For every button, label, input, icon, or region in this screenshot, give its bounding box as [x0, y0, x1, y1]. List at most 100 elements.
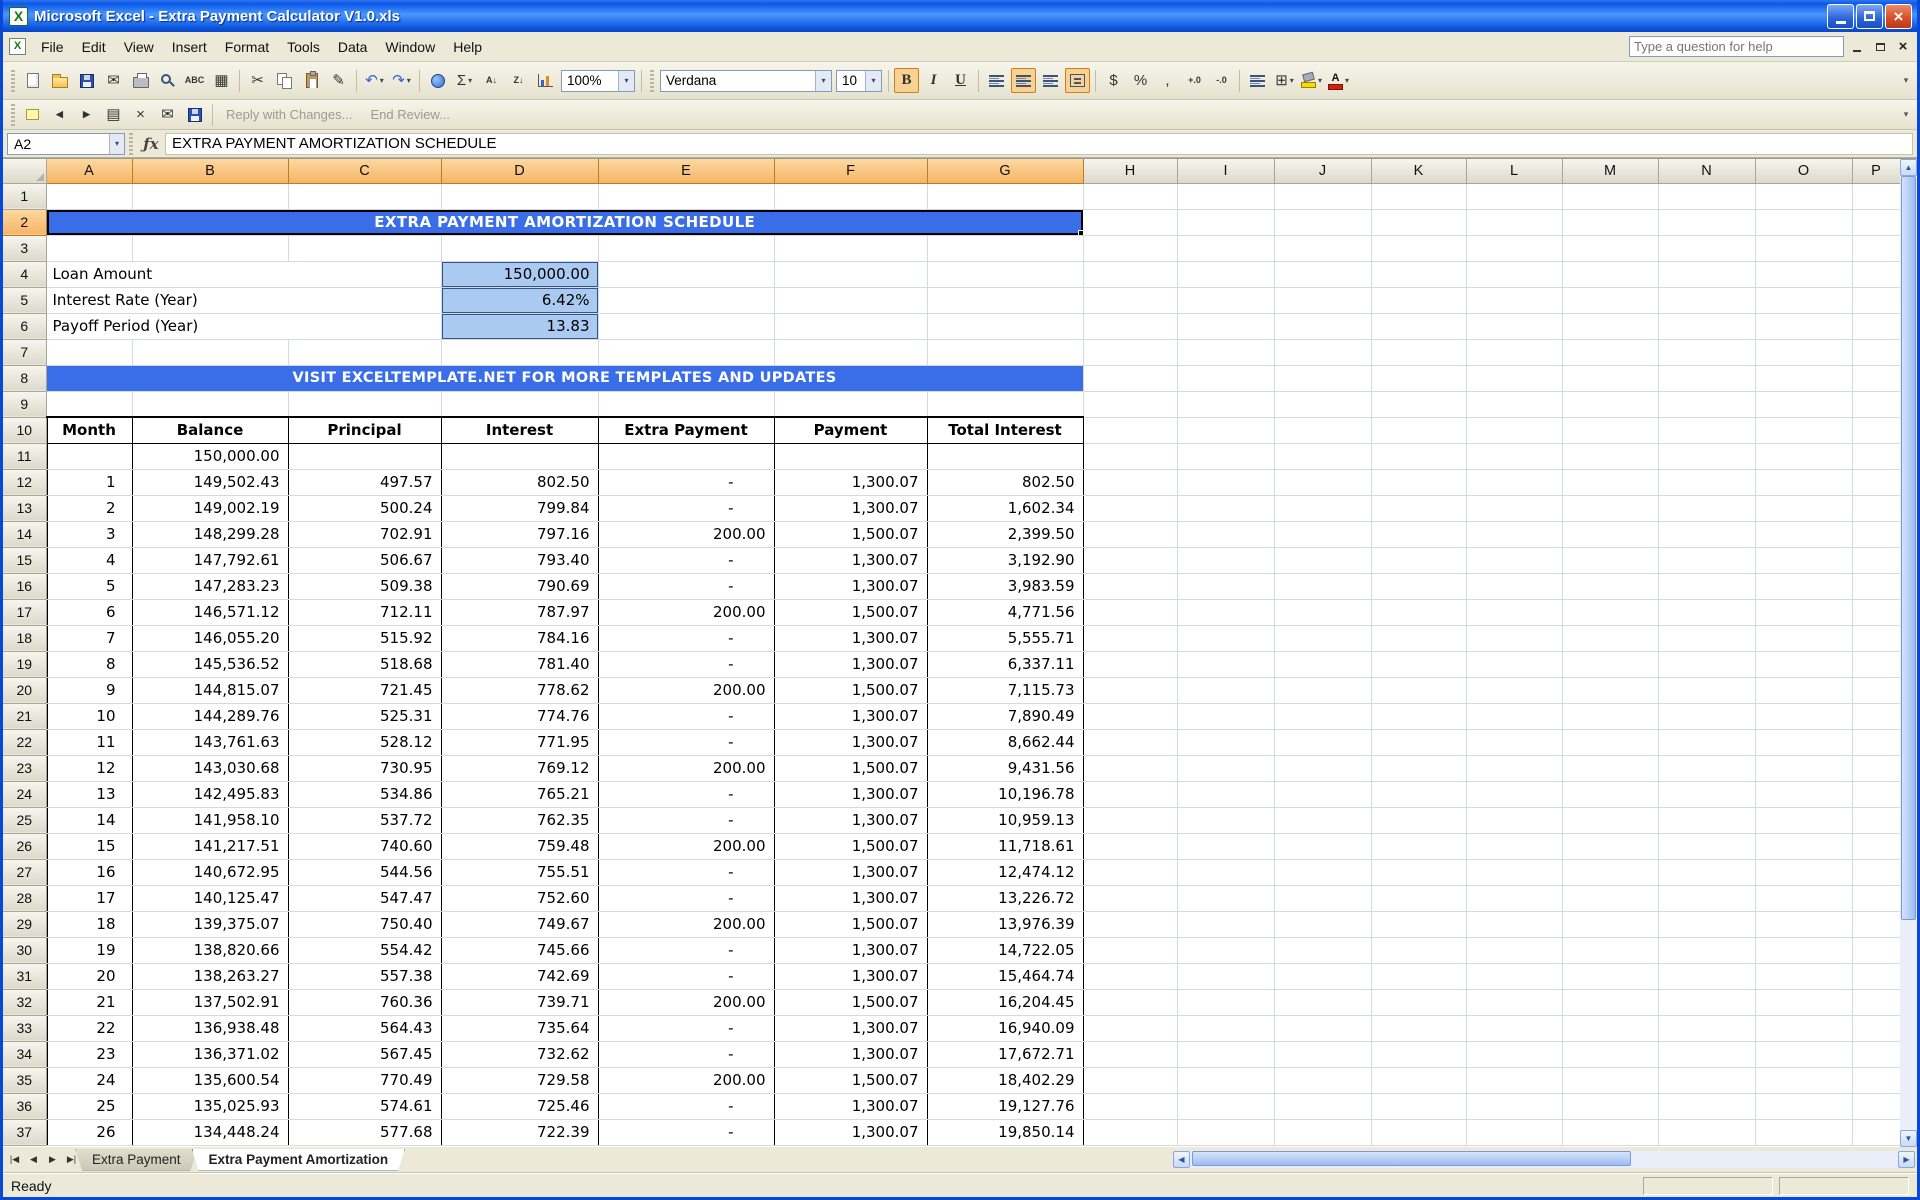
cell-H15[interactable] — [1083, 547, 1177, 573]
sheet-tab-extra-payment[interactable]: Extra Payment — [75, 1149, 198, 1171]
cell-N36[interactable] — [1658, 1093, 1755, 1119]
cell-E14[interactable]: 200.00 — [598, 521, 774, 547]
title-banner-cell[interactable]: EXTRA PAYMENT AMORTIZATION SCHEDULE — [46, 209, 1083, 235]
cell-G7[interactable] — [927, 339, 1083, 365]
cell-M11[interactable] — [1562, 443, 1658, 469]
cell-K1[interactable] — [1371, 183, 1466, 209]
cell-I20[interactable] — [1177, 677, 1274, 703]
cell-P35[interactable] — [1852, 1067, 1900, 1093]
cell-E24[interactable]: - — [598, 781, 774, 807]
cell-C30[interactable]: 554.42 — [288, 937, 441, 963]
cell-P1[interactable] — [1852, 183, 1900, 209]
cell-K26[interactable] — [1371, 833, 1466, 859]
cell-C17[interactable]: 712.11 — [288, 599, 441, 625]
cell-B16[interactable]: 147,283.23 — [132, 573, 288, 599]
cell-J29[interactable] — [1274, 911, 1371, 937]
cell-A30[interactable]: 19 — [46, 937, 132, 963]
cell-H22[interactable] — [1083, 729, 1177, 755]
cell-F23[interactable]: 1,500.07 — [774, 755, 927, 781]
cell-O6[interactable] — [1755, 313, 1852, 339]
row-header-37[interactable]: 37 — [3, 1119, 46, 1145]
select-all-button[interactable] — [3, 159, 46, 183]
cell-H11[interactable] — [1083, 443, 1177, 469]
cell-O9[interactable] — [1755, 391, 1852, 417]
cell-O14[interactable] — [1755, 521, 1852, 547]
column-header-H[interactable]: H — [1083, 159, 1177, 183]
fill-color-button[interactable]: ▾ — [1299, 68, 1324, 93]
cell-J37[interactable] — [1274, 1119, 1371, 1145]
cell-B27[interactable]: 140,672.95 — [132, 859, 288, 885]
cell-A7[interactable] — [46, 339, 132, 365]
cell-K10[interactable] — [1371, 417, 1466, 443]
cell-M36[interactable] — [1562, 1093, 1658, 1119]
cell-K14[interactable] — [1371, 521, 1466, 547]
cell-N25[interactable] — [1658, 807, 1755, 833]
cell-C23[interactable]: 730.95 — [288, 755, 441, 781]
cell-I4[interactable] — [1177, 261, 1274, 287]
cell-O37[interactable] — [1755, 1119, 1852, 1145]
cell-H30[interactable] — [1083, 937, 1177, 963]
cell-E16[interactable]: - — [598, 573, 774, 599]
cell-M29[interactable] — [1562, 911, 1658, 937]
cell-H21[interactable] — [1083, 703, 1177, 729]
cell-G24[interactable]: 10,196.78 — [927, 781, 1083, 807]
cell-O33[interactable] — [1755, 1015, 1852, 1041]
cell-E19[interactable]: - — [598, 651, 774, 677]
autosum-dropdown-icon[interactable]: ▾ — [468, 76, 472, 85]
cell-N15[interactable] — [1658, 547, 1755, 573]
cell-J8[interactable] — [1274, 365, 1371, 391]
cell-P33[interactable] — [1852, 1015, 1900, 1041]
cell-C37[interactable]: 577.68 — [288, 1119, 441, 1145]
font-dropdown-icon[interactable]: ▾ — [815, 71, 831, 91]
cell-H19[interactable] — [1083, 651, 1177, 677]
cell-H36[interactable] — [1083, 1093, 1177, 1119]
cell-P30[interactable] — [1852, 937, 1900, 963]
cell-H18[interactable] — [1083, 625, 1177, 651]
cell-A27[interactable]: 16 — [46, 859, 132, 885]
cell-F6[interactable] — [774, 313, 927, 339]
cell-N21[interactable] — [1658, 703, 1755, 729]
cell-L5[interactable] — [1466, 287, 1562, 313]
cell-B35[interactable]: 135,600.54 — [132, 1067, 288, 1093]
column-header-F[interactable]: F — [774, 159, 927, 183]
decrease-decimal-button[interactable]: -.0 — [1209, 68, 1234, 93]
cell-P31[interactable] — [1852, 963, 1900, 989]
cell-N6[interactable] — [1658, 313, 1755, 339]
row-header-22[interactable]: 22 — [3, 729, 46, 755]
cell-E37[interactable]: - — [598, 1119, 774, 1145]
cell-L14[interactable] — [1466, 521, 1562, 547]
row-header-2[interactable]: 2 — [3, 209, 46, 235]
cell-F17[interactable]: 1,500.07 — [774, 599, 927, 625]
cell-G33[interactable]: 16,940.09 — [927, 1015, 1083, 1041]
cell-D37[interactable]: 722.39 — [441, 1119, 598, 1145]
cell-P27[interactable] — [1852, 859, 1900, 885]
cell-C9[interactable] — [288, 391, 441, 417]
cell-A25[interactable]: 14 — [46, 807, 132, 833]
cell-N27[interactable] — [1658, 859, 1755, 885]
toolbar-grip[interactable] — [11, 70, 15, 92]
cell-O12[interactable] — [1755, 469, 1852, 495]
cell-O16[interactable] — [1755, 573, 1852, 599]
zoom-dropdown-icon[interactable]: ▾ — [618, 71, 634, 91]
cell-O18[interactable] — [1755, 625, 1852, 651]
cell-P34[interactable] — [1852, 1041, 1900, 1067]
column-header-O[interactable]: O — [1755, 159, 1852, 183]
cell-E15[interactable]: - — [598, 547, 774, 573]
cell-D20[interactable]: 778.62 — [441, 677, 598, 703]
cell-L18[interactable] — [1466, 625, 1562, 651]
table-header-cell[interactable]: Month — [46, 417, 132, 443]
cell-H20[interactable] — [1083, 677, 1177, 703]
cell-I3[interactable] — [1177, 235, 1274, 261]
cell-E28[interactable]: - — [598, 885, 774, 911]
cell-D31[interactable]: 742.69 — [441, 963, 598, 989]
cell-H13[interactable] — [1083, 495, 1177, 521]
cell-K3[interactable] — [1371, 235, 1466, 261]
cell-F24[interactable]: 1,300.07 — [774, 781, 927, 807]
row-header-17[interactable]: 17 — [3, 599, 46, 625]
cell-B33[interactable]: 136,938.48 — [132, 1015, 288, 1041]
workbook-minimize-button[interactable] — [1847, 38, 1867, 56]
table-header-cell[interactable]: Principal — [288, 417, 441, 443]
cell-G11[interactable] — [927, 443, 1083, 469]
cell-P5[interactable] — [1852, 287, 1900, 313]
cell-G20[interactable]: 7,115.73 — [927, 677, 1083, 703]
